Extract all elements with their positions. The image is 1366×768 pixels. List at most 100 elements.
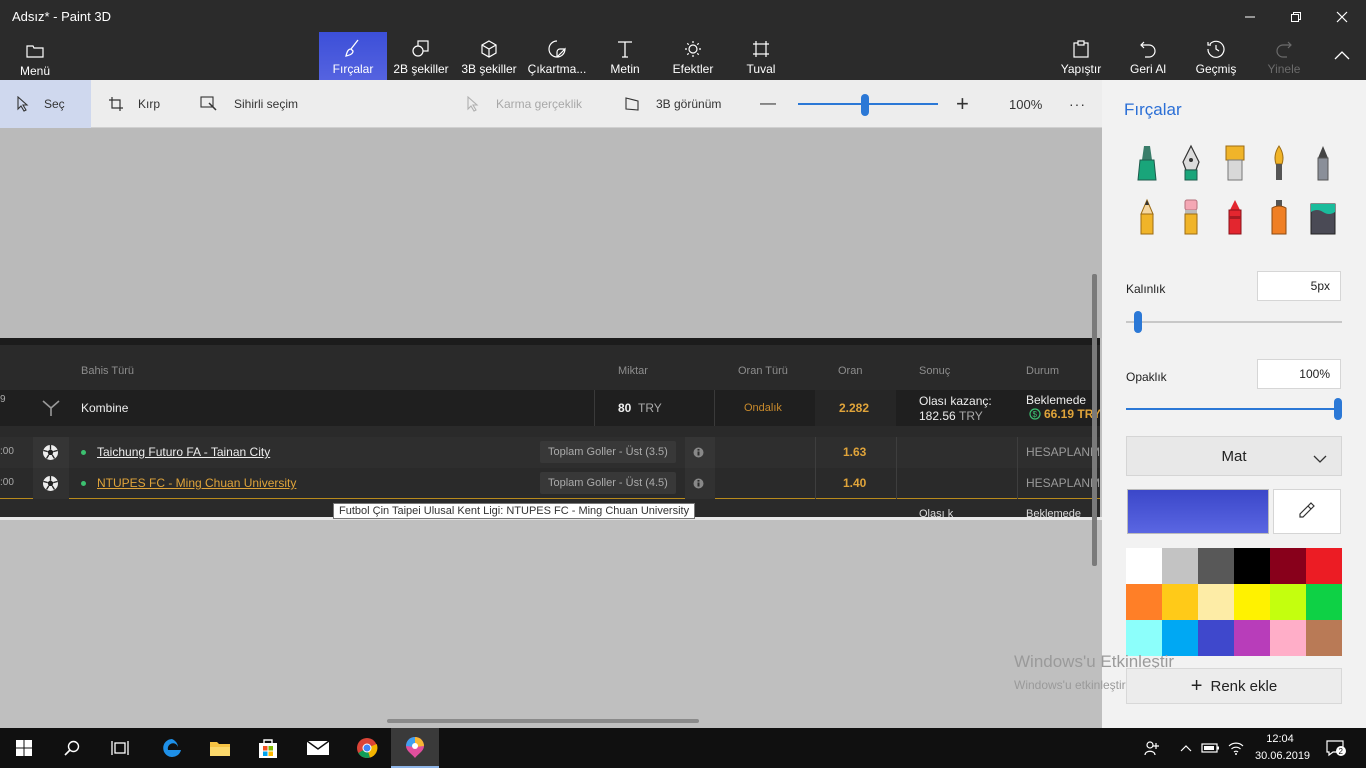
- search-icon[interactable]: [48, 728, 96, 768]
- color-swatch[interactable]: [1126, 548, 1162, 584]
- oil-brush-icon[interactable]: [1220, 143, 1250, 183]
- notification-center-icon[interactable]: 2: [1318, 728, 1354, 768]
- crop-icon: [108, 96, 124, 112]
- task-view-icon[interactable]: [96, 728, 144, 768]
- thickness-slider-track[interactable]: [1126, 321, 1342, 323]
- add-color-button[interactable]: + Renk ekle: [1126, 668, 1342, 704]
- history-button[interactable]: Geçmiş: [1192, 32, 1240, 80]
- watercolor-icon[interactable]: [1264, 143, 1294, 183]
- mixed-reality-icon: [466, 96, 482, 112]
- pixel-pen-icon[interactable]: [1308, 143, 1338, 183]
- crayon-icon[interactable]: [1220, 197, 1250, 237]
- paste-button[interactable]: Yapıştır: [1056, 32, 1106, 80]
- color-swatch[interactable]: [1306, 548, 1342, 584]
- color-swatch[interactable]: [1234, 548, 1270, 584]
- mixed-reality-button[interactable]: Karma gerçeklik: [466, 80, 582, 128]
- windows-start-icon[interactable]: [0, 728, 48, 768]
- color-swatch[interactable]: [1270, 620, 1306, 656]
- redo-icon: [1275, 36, 1293, 58]
- mixed-reality-label: Karma gerçeklik: [496, 97, 583, 111]
- people-icon[interactable]: [1140, 728, 1164, 768]
- system-clock[interactable]: 12:04 30.06.2019: [1255, 731, 1310, 765]
- zoom-in-button[interactable]: +: [956, 80, 969, 128]
- pasted-image[interactable]: Bahis Türü Miktar Oran Türü Oran Sonuç D…: [0, 338, 1100, 518]
- tab-2d-shapes[interactable]: 2B şekiller: [390, 32, 452, 80]
- collapse-ribbon-button[interactable]: [1324, 32, 1360, 80]
- football-icon: [42, 475, 59, 495]
- current-color-swatch[interactable]: [1127, 489, 1269, 534]
- color-swatch[interactable]: [1162, 548, 1198, 584]
- chevron-up-icon[interactable]: [1177, 728, 1195, 768]
- color-swatch[interactable]: [1162, 584, 1198, 620]
- select-button[interactable]: Seç: [0, 80, 91, 128]
- horizontal-scrollbar[interactable]: [387, 719, 699, 723]
- color-swatch[interactable]: [1198, 620, 1234, 656]
- match-link[interactable]: NTUPES FC - Ming Chuan University: [97, 476, 296, 490]
- finish-dropdown[interactable]: Mat: [1126, 436, 1342, 476]
- magic-select-button[interactable]: Sihirli seçim: [200, 80, 298, 128]
- minimize-button[interactable]: [1227, 4, 1273, 30]
- store-icon[interactable]: [244, 728, 292, 768]
- menu-button[interactable]: Menü: [10, 32, 60, 80]
- color-swatch[interactable]: [1306, 620, 1342, 656]
- zoom-out-button[interactable]: —: [760, 80, 776, 128]
- football-icon: [42, 444, 59, 464]
- zoom-slider-thumb[interactable]: [861, 94, 870, 116]
- marker-icon[interactable]: [1132, 143, 1162, 183]
- 3d-view-button[interactable]: 3B görünüm: [624, 80, 721, 128]
- calligraphy-pen-icon[interactable]: [1176, 143, 1206, 183]
- match-status: HESAPLANMA: [1026, 445, 1100, 459]
- tab-effects[interactable]: Efektler: [666, 32, 720, 80]
- eraser-icon[interactable]: [1176, 197, 1206, 237]
- tab-canvas[interactable]: Tuval: [736, 32, 786, 80]
- eyedropper-button[interactable]: [1273, 489, 1341, 534]
- color-swatch[interactable]: [1126, 584, 1162, 620]
- color-swatch[interactable]: [1162, 620, 1198, 656]
- match-link[interactable]: Taichung Futuro FA - Tainan City: [97, 445, 270, 459]
- match-odds: 1.63: [843, 445, 867, 459]
- color-swatch[interactable]: [1234, 584, 1270, 620]
- file-explorer-icon[interactable]: [196, 728, 244, 768]
- color-palette: [1126, 548, 1342, 656]
- edge-icon[interactable]: [148, 728, 196, 768]
- thickness-slider-thumb[interactable]: [1134, 311, 1143, 333]
- effects-icon: [684, 36, 702, 58]
- undo-button[interactable]: Geri Al: [1124, 32, 1172, 80]
- color-swatch[interactable]: [1126, 620, 1162, 656]
- opacity-slider-track[interactable]: [1126, 408, 1340, 410]
- more-options-button[interactable]: ···: [1069, 80, 1086, 128]
- tab-stickers[interactable]: Çıkartma...: [526, 32, 588, 80]
- battery-icon[interactable]: [1200, 728, 1222, 768]
- tab-3d-shapes[interactable]: 3B şekiller: [458, 32, 520, 80]
- mail-icon[interactable]: [294, 728, 342, 768]
- tab-text[interactable]: Metin: [600, 32, 650, 80]
- header-bet-type: Bahis Türü: [81, 365, 134, 377]
- tab-brushes[interactable]: Fırçalar: [319, 32, 387, 80]
- bet-amount: 80: [618, 401, 632, 415]
- color-swatch[interactable]: [1198, 548, 1234, 584]
- thickness-input[interactable]: 5px: [1257, 271, 1341, 301]
- odds-type: Ondalık: [744, 402, 782, 414]
- color-swatch[interactable]: [1270, 548, 1306, 584]
- color-swatch[interactable]: [1306, 584, 1342, 620]
- color-swatch[interactable]: [1270, 584, 1306, 620]
- zoom-in-icon: +: [956, 91, 969, 116]
- color-swatch[interactable]: [1198, 584, 1234, 620]
- fill-icon[interactable]: [1308, 197, 1338, 237]
- color-swatch[interactable]: [1234, 620, 1270, 656]
- restore-button[interactable]: [1273, 4, 1319, 30]
- pencil-icon[interactable]: [1132, 197, 1162, 237]
- opacity-input[interactable]: 100%: [1257, 359, 1341, 389]
- close-button[interactable]: [1319, 4, 1365, 30]
- spray-can-icon[interactable]: [1264, 197, 1294, 237]
- redo-label: Yinele: [1267, 62, 1301, 76]
- opacity-slider-thumb[interactable]: [1334, 398, 1342, 420]
- redo-button[interactable]: Yinele: [1260, 32, 1308, 80]
- paint3d-icon[interactable]: [391, 728, 439, 768]
- chrome-icon[interactable]: [343, 728, 391, 768]
- close-icon: [1336, 11, 1348, 23]
- crop-button[interactable]: Kırp: [108, 80, 160, 128]
- wifi-icon[interactable]: [1226, 728, 1246, 768]
- vertical-scrollbar[interactable]: [1092, 274, 1097, 566]
- svg-text:$: $: [1033, 410, 1038, 419]
